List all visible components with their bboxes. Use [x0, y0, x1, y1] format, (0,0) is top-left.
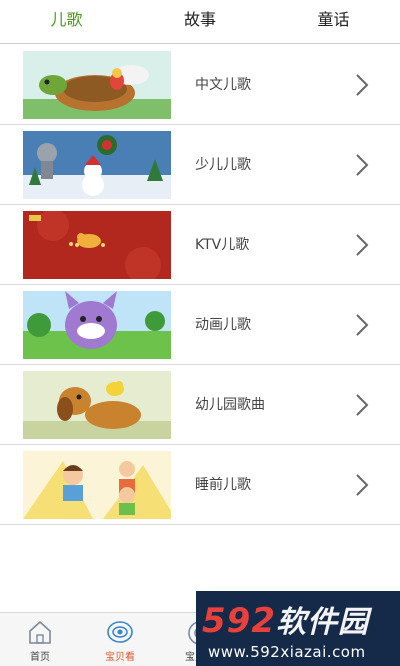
chevron-right-icon: [356, 314, 369, 336]
nav-home[interactable]: 首页: [0, 613, 80, 666]
home-icon: [29, 620, 51, 644]
red-stage-thumbnail: [23, 211, 171, 279]
nav-home-label: 首页: [30, 652, 50, 663]
purple-cat-thumbnail: [23, 291, 171, 359]
turtle-thumbnail: [23, 51, 171, 119]
watermark-url: www.592xiazai.com: [208, 643, 366, 661]
list-item[interactable]: 少儿儿歌: [0, 125, 400, 205]
top-tab-bar: 儿歌 故事 童话: [0, 0, 400, 44]
watermark-logo-text: 软件园: [275, 605, 369, 640]
list-item-label: 中文儿歌: [195, 77, 251, 93]
watermark: 592软件园 www.592xiazai.com: [196, 591, 400, 666]
tab-fairy-tales[interactable]: 童话: [267, 0, 400, 44]
list-item[interactable]: 幼儿园歌曲: [0, 365, 400, 445]
christmas-thumbnail: [23, 131, 171, 199]
kids-thumbnail: [23, 451, 171, 519]
list-item-label: KTV儿歌: [195, 237, 250, 253]
list-item-label: 动画儿歌: [195, 317, 251, 333]
chevron-right-icon: [356, 474, 369, 496]
list-item[interactable]: 动画儿歌: [0, 285, 400, 365]
eye-icon: [107, 621, 133, 643]
tab-songs[interactable]: 儿歌: [0, 0, 133, 44]
list-item[interactable]: 中文儿歌: [0, 45, 400, 125]
watermark-logo-number: 592: [202, 601, 276, 641]
tab-stories[interactable]: 故事: [133, 0, 267, 44]
list-item-label: 幼儿园歌曲: [195, 397, 265, 413]
chevron-right-icon: [356, 394, 369, 416]
watermark-logo: 592软件园: [202, 597, 369, 641]
chevron-right-icon: [356, 154, 369, 176]
list-item-label: 睡前儿歌: [195, 477, 251, 493]
dog-thumbnail: [23, 371, 171, 439]
nav-watch-label: 宝贝看: [105, 652, 135, 663]
list-item[interactable]: 睡前儿歌: [0, 445, 400, 525]
list-item-label: 少儿儿歌: [195, 157, 251, 173]
nav-watch[interactable]: 宝贝看: [80, 613, 160, 666]
list-item[interactable]: KTV儿歌: [0, 205, 400, 285]
chevron-right-icon: [356, 74, 369, 96]
chevron-right-icon: [356, 234, 369, 256]
